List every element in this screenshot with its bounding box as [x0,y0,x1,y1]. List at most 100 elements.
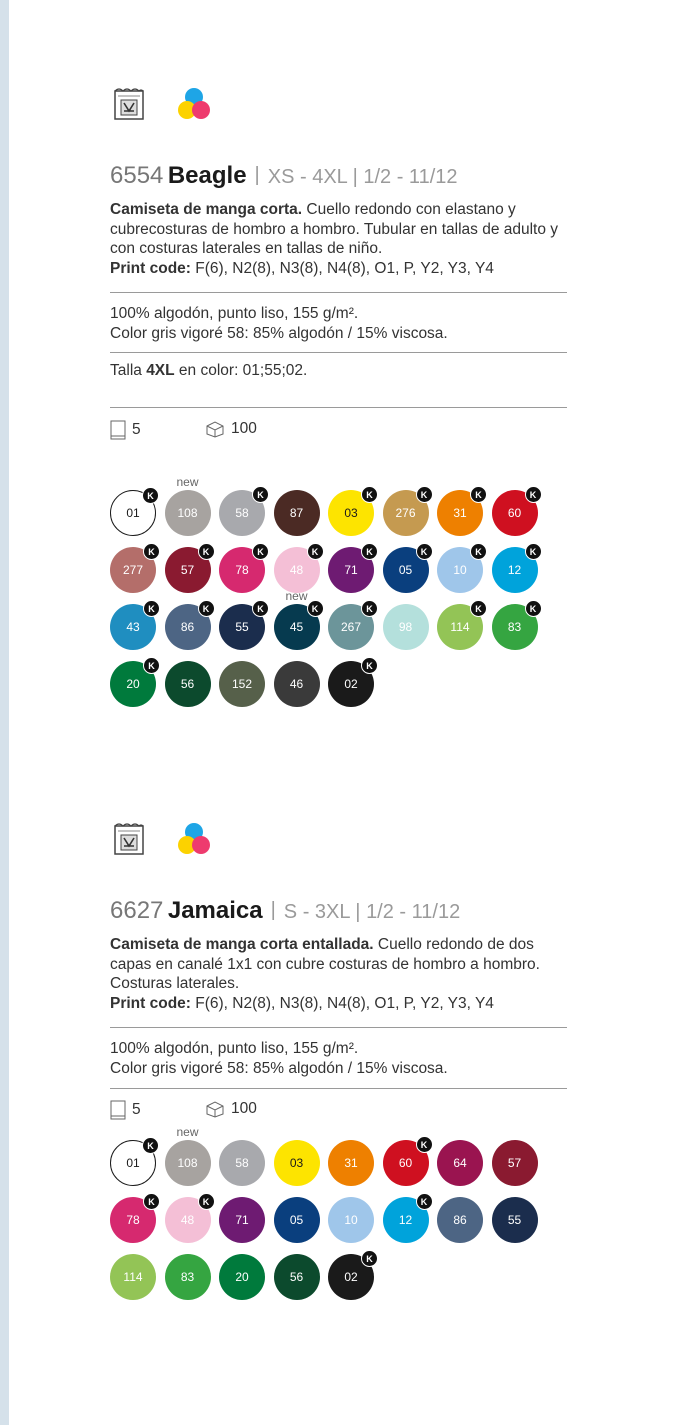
color-swatch: 56 [273,1254,320,1300]
k-badge-icon: K [415,1136,433,1153]
swatch-code: 64 [453,1156,467,1170]
color-swatch: 55 [491,1197,538,1243]
swatch-code: 60 [507,506,522,520]
size-note-suffix: en color: 01;55;02. [174,362,308,379]
color-swatch: 60 K [491,486,542,536]
swatch-code: 10 [344,1213,358,1227]
swatch-code: 02 [344,677,358,691]
color-swatch: 46 [273,661,320,707]
color-swatch: 31 K [437,486,487,536]
product-card-beagle: 6554 Beagle | XS - 4XL | 1/2 - 11/12 Camis… [110,85,570,745]
box-icon [206,421,224,438]
bag-icon [110,420,126,440]
color-swatches: 01 K 108 new 58 K 87 03 K 276 K 31 K 60 K 277 K 57 K 78 K 48 K… [110,475,570,740]
divider [110,407,567,408]
swatch-code: 152 [231,677,253,691]
k-badge-icon: K [143,600,160,617]
product-description: Camiseta de manga corta. Cuello redondo … [110,200,570,278]
fabric-vigore: Color gris vigoré 58: 85% algodón / 15% … [110,324,448,342]
swatch-code: 01 [126,506,140,520]
color-swatch: 57 [491,1140,538,1186]
swatch-code: 56 [289,1270,304,1284]
k-badge-icon: K [197,543,215,560]
color-swatch: 48 K [273,543,324,593]
fabric-composition: 100% algodón, punto liso, 155 g/m². [110,305,359,322]
box-units: 100 [205,420,257,438]
new-tag: new [285,589,308,603]
color-swatch: 108 new [164,475,211,536]
swatch-code: 83 [507,620,522,634]
swatch-code: 12 [507,563,522,577]
swatch-code: 12 [398,1213,413,1227]
k-badge-icon: K [143,543,160,560]
swatch-code: 56 [180,677,195,691]
color-swatch: 267 K [328,600,378,650]
color-swatch: 71 [219,1197,265,1243]
color-swatch: 83 K [491,600,542,650]
fabric-composition: 100% algodón, punto liso, 155 g/m². [110,1040,359,1057]
product-title: 6627 Jamaica | S - 3XL | 1/2 - 11/12 [110,899,460,923]
description-lead: Camiseta de manga corta entallada. [110,936,374,953]
product-name: Jamaica [167,897,263,924]
size-range: XS - 4XL | 1/2 - 11/12 [267,166,458,188]
color-swatch: 31 [328,1140,374,1186]
swatch-code: 43 [126,620,140,634]
product-title: 6554 Beagle | XS - 4XL | 1/2 - 11/12 [110,164,458,188]
swatch-code: 55 [235,620,249,634]
swatch-code: 03 [344,506,358,520]
print-code-label: Print code: [110,259,191,277]
label-icon [114,823,144,855]
title-separator: | [254,164,260,186]
divider [110,352,567,353]
color-swatch: 114 K [437,600,487,650]
color-swatch: 276 K [382,486,433,536]
print-code-value: F(6), N2(8), N3(8), N4(8), O1, P, Y2, Y3… [190,259,494,277]
swatch-code: 108 [177,506,198,520]
k-badge-icon: K [361,543,378,560]
color-swatch: 57 K [164,543,215,593]
color-swatch: 86 [437,1197,483,1243]
k-badge-icon: K [361,600,378,617]
k-badge-icon: K [197,600,215,617]
swatch-code: 20 [126,677,140,691]
product-code: 6554 [110,162,164,189]
color-swatch: 152 [219,661,265,707]
k-badge-icon: K [470,486,487,503]
color-swatch: 02 K [328,657,378,707]
color-swatch: 71 K [328,543,378,593]
k-badge-icon: K [143,1193,160,1210]
pack-units-value: 5 [132,1101,141,1118]
k-badge-icon: K [415,1193,433,1210]
color-swatch: 20 K [110,657,160,707]
swatch-code: 87 [289,506,304,520]
swatch-code: 60 [398,1156,413,1170]
pack-units: 5 [110,1100,141,1120]
color-swatch: 01 K [110,1137,159,1186]
product-code: 6627 [110,897,164,924]
swatch-code: 78 [126,1213,140,1227]
swatch-code: 277 [122,563,144,577]
swatch-code: 05 [398,563,413,577]
color-swatch: 83 [164,1254,211,1300]
color-swatch: 277 K [110,543,160,593]
swatch-code: 10 [453,563,467,577]
swatch-code: 71 [235,1213,249,1227]
swatch-code: 108 [177,1156,198,1170]
k-badge-icon: K [361,1250,378,1267]
swatch-code: 86 [180,620,195,634]
color-swatch: 01 K [110,487,159,536]
divider [110,292,567,293]
color-swatch: 87 [273,490,320,536]
size-note-size: 4XL [146,362,175,379]
size-note: Talla 4XL en color: 01;55;02. [110,362,307,380]
box-units: 100 [205,1100,257,1118]
color-swatch: 05 [273,1197,320,1243]
color-swatch: 48 K [164,1193,215,1243]
swatch-code: 98 [398,620,413,634]
color-swatches: 01 K 108 new 58 03 31 60 K 64 57 78 K 48 K 71 05 10 12 K 86 5… [110,1125,570,1370]
swatch-code: 48 [180,1213,195,1227]
swatch-code: 48 [289,563,304,577]
color-swatch: 12 K [491,543,542,593]
swatch-code: 58 [235,506,249,520]
swatch-code: 03 [289,1156,304,1170]
